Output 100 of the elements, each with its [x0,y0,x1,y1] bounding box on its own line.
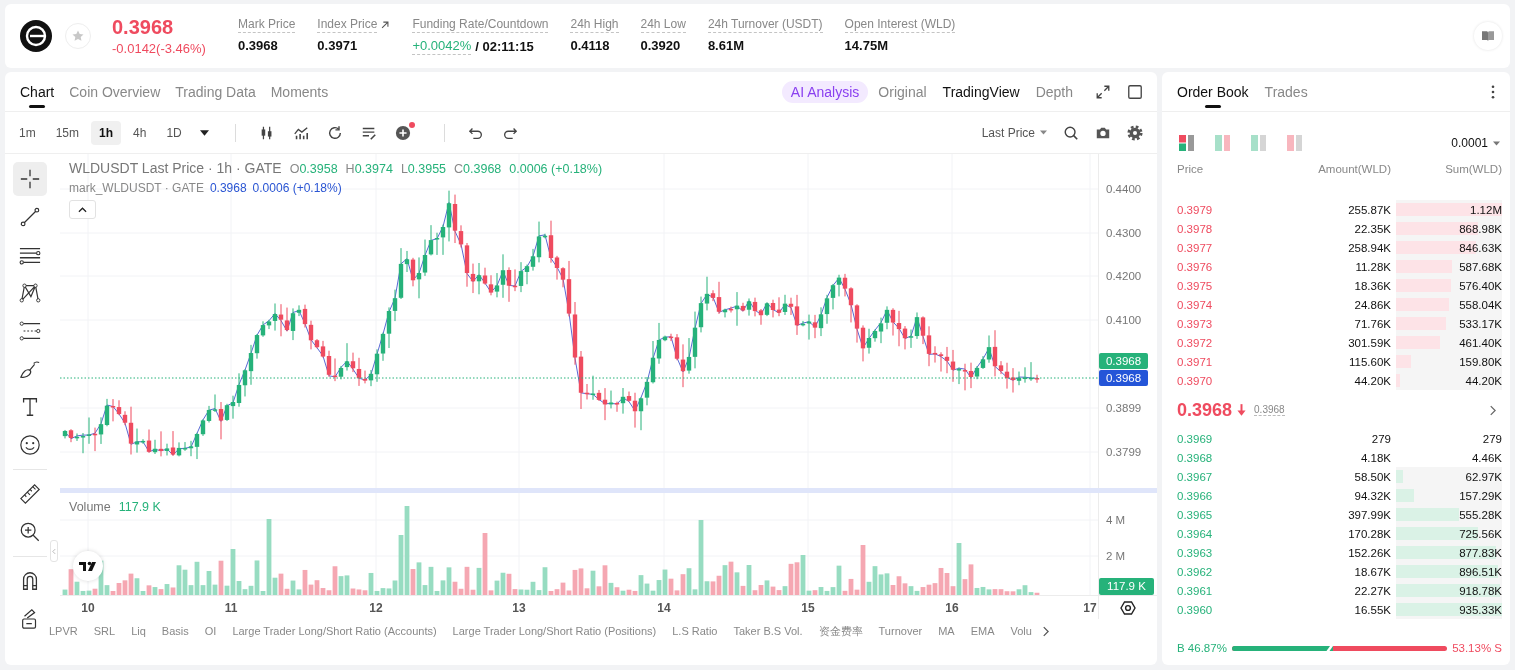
ohlc-value: L0.3955 [400,162,447,176]
pattern-icon [19,282,41,304]
bid-price: 0.3969 [1177,432,1214,445]
search-icon[interactable] [1063,124,1079,141]
price-axis-label: 0.4300 [1106,227,1142,239]
interval-button[interactable]: 1m [11,120,44,145]
sell-ratio: 53.13% S [1452,642,1502,654]
square-icon[interactable] [1127,83,1143,100]
ask-price: 0.3977 [1177,241,1214,254]
split-book-icon[interactable] [1179,135,1195,151]
indicator-tab[interactable]: Volu [1010,625,1032,637]
coin-logo-icon [20,20,52,52]
view-tab[interactable]: TradingView [942,83,1020,100]
collapse-legend-button[interactable] [69,200,96,219]
interval-button[interactable]: 4h [125,120,155,145]
mark-symbol-title: mark_WLDUSDT · GATE [69,181,204,195]
interval-button[interactable]: 15m [47,120,87,145]
indicator-tab[interactable]: Large Trader Long/Short Ratio (Positions) [452,625,657,637]
order-book-tab[interactable]: Order Book [1177,72,1249,111]
indicator-tab[interactable]: Liq [131,625,146,637]
price-change: -0.0142(-3.46%) [112,40,207,57]
ask-price: 0.3974 [1177,298,1214,311]
ask-total: 558.04K [1459,298,1502,311]
view-tab[interactable]: Depth [1035,83,1073,100]
ask-total: 587.68K [1459,260,1502,273]
chart-tab[interactable]: Trading Data [175,72,256,111]
guide-button[interactable] [1474,22,1502,50]
chart-tab[interactable]: Coin Overview [69,72,161,111]
ask-total: 461.40K [1459,336,1502,349]
arrow-up-right-icon[interactable] [380,20,391,30]
expand-icon[interactable] [1095,83,1111,100]
settings-icon[interactable] [1120,601,1136,615]
stat-value: 8.61M [707,38,745,54]
indicator-tab[interactable]: Large Trader Long/Short Ratio (Accounts) [232,625,437,637]
crosshair-icon [19,168,41,190]
indicator-tab[interactable]: Taker B.S Vol. [733,625,803,637]
settings-icon[interactable] [1127,124,1143,141]
stat-label: Funding Rate/Countdown [412,17,549,33]
chevron-right-icon[interactable] [1489,404,1496,416]
ask-price: 0.3970 [1177,374,1214,387]
chevron-right-icon[interactable] [1041,625,1049,637]
price-axis-label: 0.3899 [1106,402,1142,414]
time-axis-label: 17 [1083,601,1097,615]
stat-label: 24h Low [640,17,686,33]
interval-button[interactable]: 1D [158,120,190,145]
interval-button[interactable]: 1h [91,120,122,145]
brush-icon [19,358,41,380]
chart-logo-icon [73,551,103,581]
indicator-tab[interactable]: MA [938,625,955,637]
mark-price-value: 0.3968 [209,181,247,195]
bid-amount: 4.18K [1359,451,1392,464]
bid-total: 279 [1482,432,1502,445]
drawing-tool-button[interactable] [13,162,47,196]
mark-price: 0.3968 [1254,404,1285,416]
ask-total: 533.17K [1459,317,1502,330]
caret-down-icon[interactable] [199,129,209,136]
indicator-tab[interactable]: OI [204,625,217,637]
bid-amount: 397.99K [1347,508,1392,521]
indicator-tab[interactable]: Turnover [878,625,923,637]
stat-value: 0.4118 [570,38,610,54]
volume-value: 117.9 K [118,500,161,514]
indicator-tab[interactable]: SRL [93,625,116,637]
chart-tab[interactable]: Chart [20,72,55,111]
ask-price: 0.3976 [1177,260,1214,273]
indicator-tab[interactable]: Basis [161,625,189,637]
two-color-book-icon[interactable] [1215,135,1231,151]
smiley-icon [19,434,41,456]
indicator-tab[interactable]: L.S Ratio [672,625,718,637]
bid-total: 935.33K [1459,603,1502,616]
funding-rate: +0.0042% [412,38,472,55]
price-source-dropdown[interactable]: Last Price [981,125,1035,140]
price-change: 0.0006 (+0.18%) [509,162,603,176]
indicator-chart-icon[interactable] [292,124,309,141]
bid-total: 918.78K [1459,584,1502,597]
ask-total: 159.80K [1459,355,1502,368]
ai-analysis-button[interactable]: AI Analysis [781,80,869,103]
indicator-tab[interactable]: 资金费率 [818,623,863,639]
order-book-tab[interactable]: Trades [1264,72,1308,111]
ask-total: 846.63K [1459,241,1502,254]
bid-total: 896.51K [1459,565,1502,578]
arrow-down-icon [1237,404,1247,416]
price-axis-label: 0.4200 [1106,270,1142,282]
time-axis-label: 11 [224,601,238,615]
ask-total: 1.12M [1470,203,1502,216]
indicator-tab[interactable]: EMA [970,625,995,637]
view-tab[interactable]: Original [878,83,927,100]
stat-label: Open Interest (WLD) [844,17,956,33]
ask-price: 0.3979 [1177,203,1214,216]
indicator-tab[interactable]: LPVR [49,625,78,637]
replay-icon[interactable] [326,124,343,141]
bid-price: 0.3963 [1177,546,1214,559]
time-axis-label: 10 [81,601,95,615]
tick-size-dropdown[interactable]: 0.0001 [1451,136,1488,150]
bid-amount: 22.27K [1353,584,1392,597]
bid-price: 0.3967 [1177,470,1214,483]
ohlc-value: O0.3958 [289,162,338,176]
price-axis-label: 0.4100 [1106,314,1142,326]
more-menu-icon[interactable] [1491,84,1495,99]
add-circle-icon[interactable] [394,124,411,141]
chart-tab[interactable]: Moments [270,72,329,111]
